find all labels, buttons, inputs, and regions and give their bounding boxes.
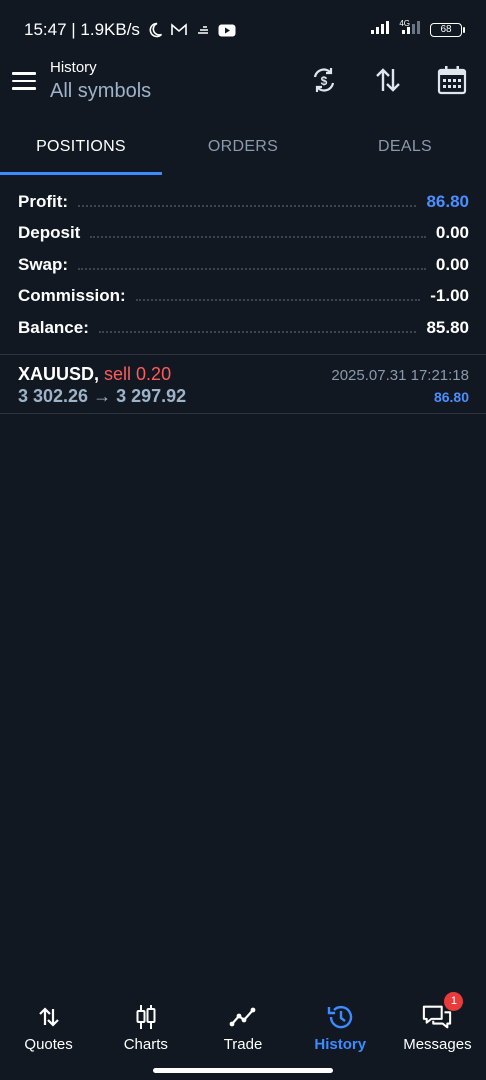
nav-label: Trade: [223, 1036, 263, 1053]
tab-orders[interactable]: ORDERS: [162, 126, 324, 176]
quotes-arrows-icon: [34, 1002, 64, 1032]
dotted-leader: [98, 330, 417, 333]
summary-value: 85.80: [426, 317, 469, 337]
status-right: 4G 68: [371, 19, 465, 39]
signal-icon: [371, 20, 393, 39]
sort-icon: [373, 65, 403, 100]
bottom-nav: Quotes Charts Trade History 1 Messages: [0, 990, 486, 1060]
dotted-leader: [90, 236, 426, 239]
summary-label: Balance:: [18, 317, 89, 337]
nav-trade[interactable]: Trade: [194, 990, 291, 1060]
history-clock-icon: [325, 1002, 355, 1032]
nav-messages[interactable]: 1 Messages: [389, 990, 486, 1060]
calendar-icon: [436, 64, 468, 101]
summary-row-profit: Profit: 86.80: [18, 186, 469, 218]
summary-label: Commission:: [18, 286, 126, 306]
app-bar: History All symbols $: [0, 58, 486, 116]
summary-row-balance: Balance: 85.80: [18, 312, 469, 344]
summary-label: Profit:: [18, 191, 69, 211]
status-time: 15:47 | 1.9KB/s: [24, 20, 140, 39]
gmail-icon: [170, 21, 188, 39]
menu-button[interactable]: [12, 68, 38, 94]
menu-line: [12, 87, 36, 90]
summary-label: Swap:: [18, 254, 69, 274]
tab-bar: POSITIONS ORDERS DEALS: [0, 126, 486, 176]
screen: 15:47 | 1.9KB/s 4G 68 History All symbol…: [0, 0, 486, 1080]
position-time: 2025.07.31 17:21:18: [331, 367, 469, 384]
network-label: 4G: [399, 19, 410, 28]
menu-line: [12, 72, 36, 75]
sort-button[interactable]: [372, 66, 404, 98]
divider: [0, 413, 486, 414]
trend-line-icon: [228, 1002, 258, 1032]
currency-exchange-button[interactable]: $: [308, 66, 340, 98]
title-block[interactable]: History All symbols: [50, 59, 151, 103]
currency-exchange-icon: $: [309, 65, 339, 100]
app-actions: $: [308, 64, 468, 101]
symbol-filter[interactable]: All symbols: [50, 80, 151, 103]
summary-value: 0.00: [435, 223, 469, 243]
position-header: XAUUSD, sell 0.20: [18, 364, 171, 385]
tab-positions[interactable]: POSITIONS: [0, 126, 162, 176]
page-title: History: [50, 59, 97, 76]
candlestick-icon: [131, 1002, 161, 1032]
nav-label: History: [314, 1036, 367, 1053]
summary-row-swap: Swap: 0.00: [18, 249, 469, 281]
youtube-icon: [218, 21, 236, 39]
position-profit: 86.80: [433, 389, 469, 405]
battery-icon: 68: [430, 22, 465, 37]
status-left: 15:47 | 1.9KB/s: [24, 20, 236, 40]
summary: Profit: 86.80 Deposit 0.00 Swap: 0.00 Co…: [18, 186, 469, 344]
nav-label: Quotes: [24, 1036, 73, 1053]
messages-badge: 1: [444, 992, 464, 1011]
cloud-icon: [194, 21, 212, 39]
summary-value: 0.00: [435, 254, 469, 274]
nav-label: Charts: [123, 1036, 168, 1053]
position-row[interactable]: XAUUSD, sell 0.20 3 302.26 → 3 297.92 20…: [0, 355, 486, 413]
nav-quotes[interactable]: Quotes: [0, 990, 97, 1060]
tab-deals[interactable]: DEALS: [324, 126, 486, 176]
home-indicator[interactable]: [153, 1068, 333, 1073]
moon-icon: [146, 21, 164, 39]
nav-history[interactable]: History: [292, 990, 389, 1060]
summary-row-commission: Commission: -1.00: [18, 281, 469, 313]
summary-label: Deposit: [18, 223, 81, 243]
summary-value: -1.00: [430, 286, 469, 306]
nav-label: Messages: [403, 1036, 472, 1053]
position-symbol: XAUUSD,: [18, 364, 100, 384]
status-bar: 15:47 | 1.9KB/s 4G 68: [0, 0, 486, 58]
position-side: sell 0.20: [104, 364, 172, 384]
svg-text:$: $: [321, 74, 328, 88]
nav-charts[interactable]: Charts: [97, 990, 194, 1060]
summary-value: 86.80: [426, 191, 469, 211]
dotted-leader: [78, 204, 417, 207]
menu-line: [12, 79, 36, 83]
dotted-leader: [135, 299, 421, 302]
position-prices: 3 302.26 → 3 297.92: [18, 386, 187, 406]
dotted-leader: [78, 267, 426, 270]
tab-indicator: [0, 172, 162, 175]
calendar-button[interactable]: [436, 64, 468, 101]
summary-row-deposit: Deposit 0.00: [18, 218, 469, 250]
